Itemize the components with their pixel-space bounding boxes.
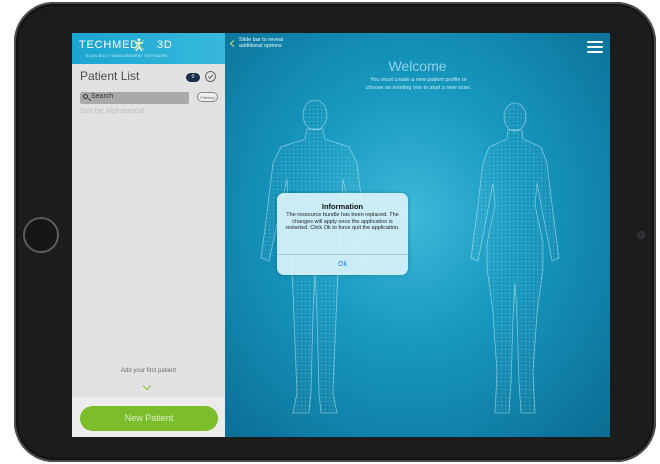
- logo: TECHMED 3D: [79, 39, 173, 51]
- welcome-title: Welcome: [388, 58, 447, 74]
- chevron-down-icon: [142, 381, 152, 391]
- search-placeholder: Search: [91, 93, 114, 100]
- information-dialog: Information The ressource bundle has bee…: [277, 193, 408, 275]
- main-area: Slide bar to reveal additional options We…: [225, 33, 610, 437]
- menu-icon[interactable]: [587, 41, 603, 54]
- dialog-title: Information: [321, 202, 364, 211]
- filter-button[interactable]: Filtering: [197, 92, 218, 102]
- patient-list-title: Patient List: [80, 69, 140, 83]
- slide-hint-text: Slide bar to reveal additional options: [239, 37, 284, 49]
- ok-button[interactable]: Ok: [277, 255, 408, 275]
- search-input[interactable]: Search: [80, 92, 189, 104]
- dialog-message: The ressource bundle has been replaced. …: [285, 212, 400, 232]
- back-chevron-icon: [229, 39, 238, 48]
- patient-count-badge: 0: [186, 73, 200, 82]
- logo-figure-icon: [133, 38, 145, 52]
- female-body-model: [470, 102, 560, 414]
- camera-icon: [638, 232, 644, 238]
- app-screen: TECHMED 3D SCAN BODY MEASUREMENT SOFTWARE…: [72, 33, 610, 437]
- welcome-message: You must create a new patient profile or…: [365, 77, 472, 91]
- check-icon: [207, 74, 214, 79]
- new-patient-button[interactable]: New Patient: [80, 406, 218, 431]
- empty-list-hint: Add your first patient: [120, 368, 177, 374]
- select-check-button[interactable]: [205, 71, 216, 82]
- logo-tagline: SCAN BODY MEASUREMENT SOFTWARE: [86, 54, 168, 58]
- search-icon: [83, 94, 88, 99]
- sort-label[interactable]: Sort by: Alphabetical: [80, 108, 144, 115]
- home-button[interactable]: [23, 217, 59, 253]
- sidebar: TECHMED 3D SCAN BODY MEASUREMENT SOFTWARE…: [72, 33, 225, 437]
- slide-hint[interactable]: Slide bar to reveal additional options: [229, 37, 284, 49]
- logo-bar: TECHMED 3D SCAN BODY MEASUREMENT SOFTWARE: [72, 33, 225, 64]
